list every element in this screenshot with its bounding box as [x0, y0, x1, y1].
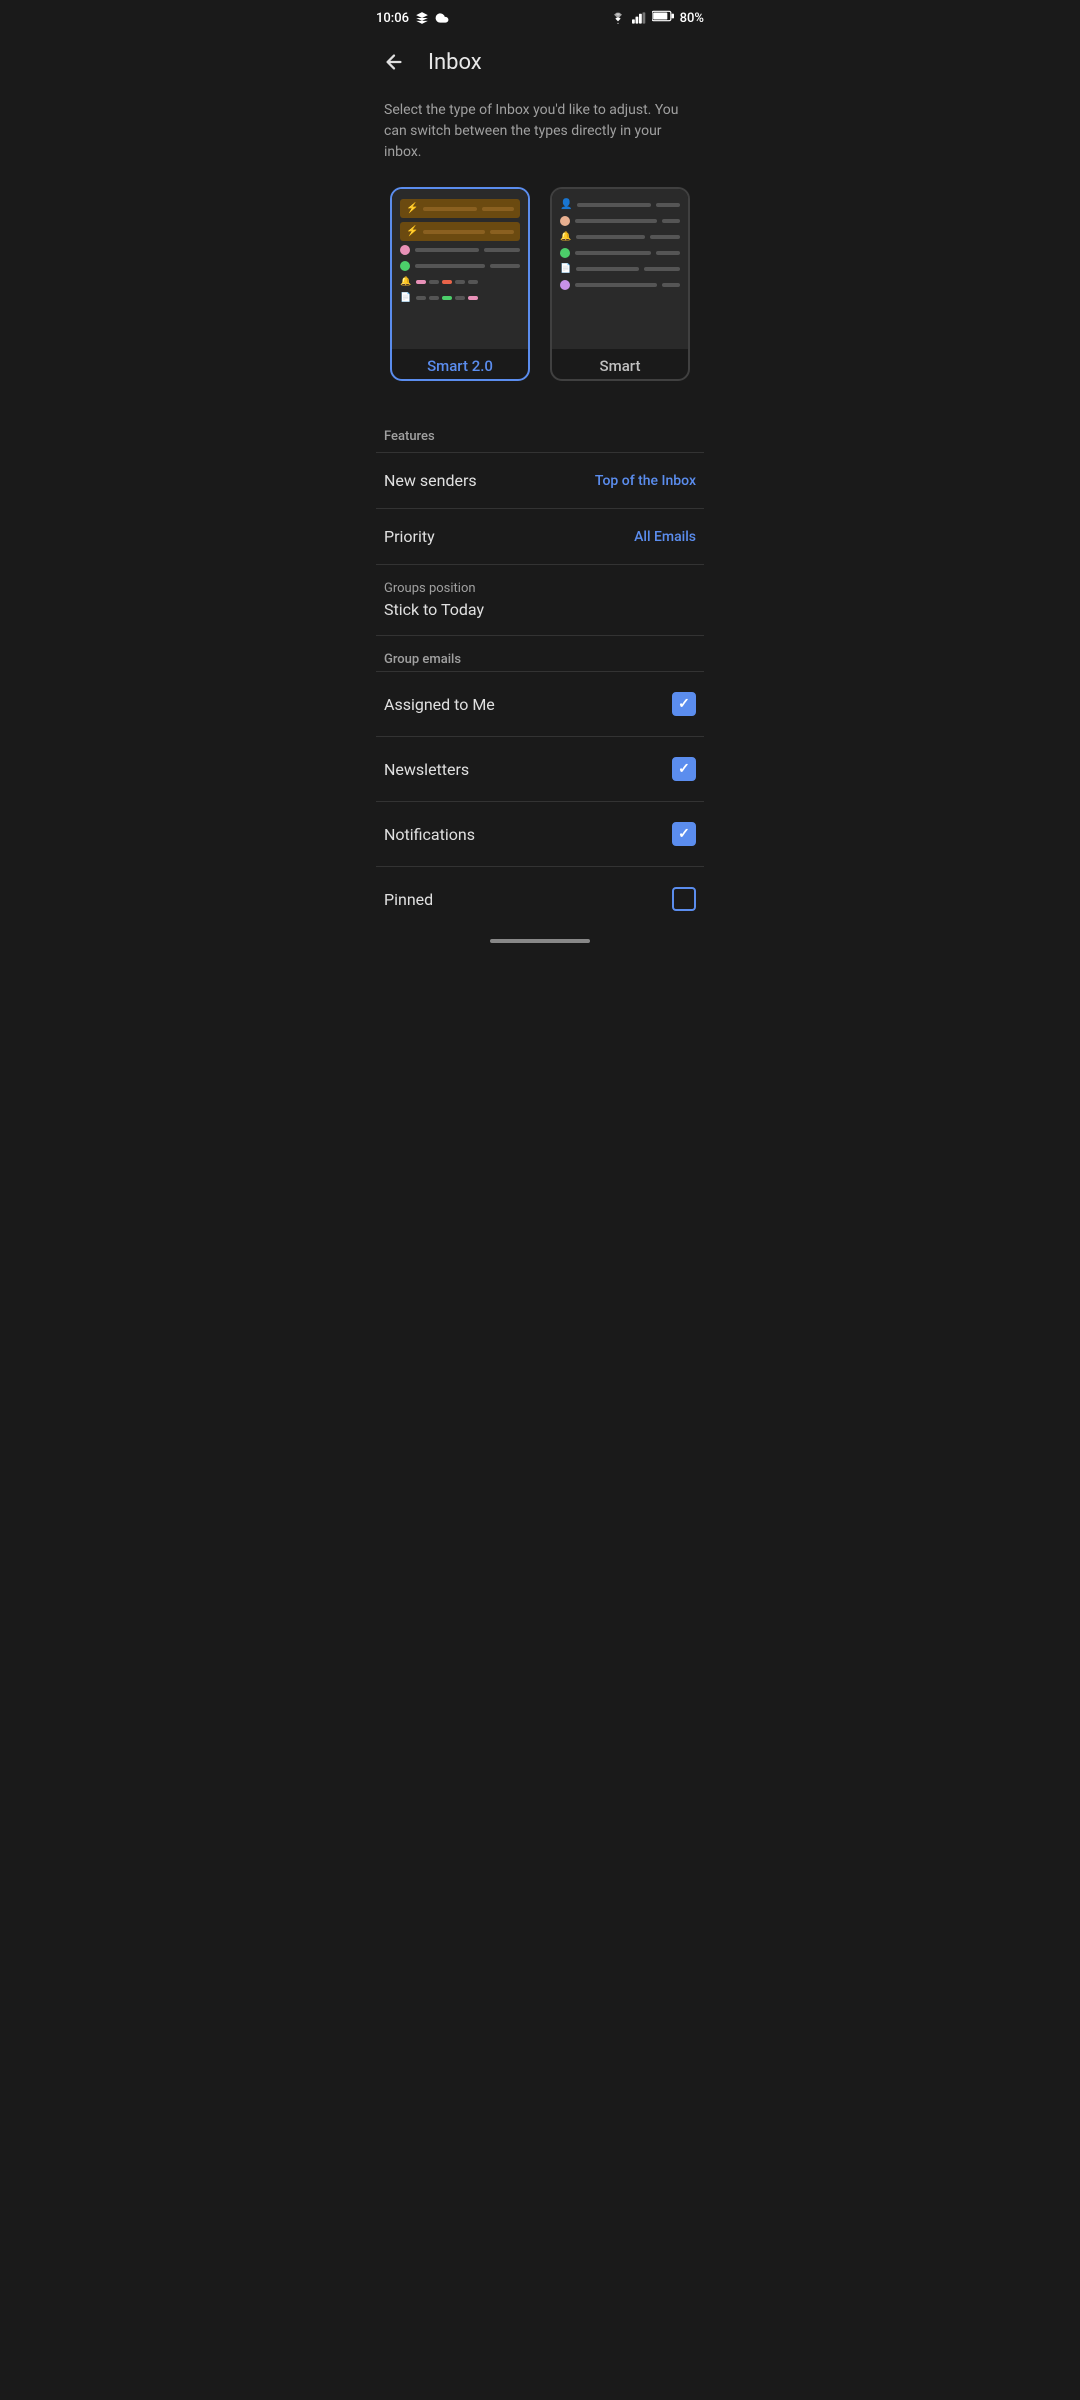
checkbox-label-1: Newsletters: [384, 760, 469, 779]
checkmark-0: ✓: [678, 696, 690, 712]
card-row-doc: 📄: [400, 293, 520, 303]
home-bar: [490, 939, 590, 943]
checkbox-row-3[interactable]: Pinned: [360, 867, 720, 931]
page-title: Inbox: [428, 50, 482, 75]
features-section-label: Features: [360, 409, 720, 452]
card-row-pink: [400, 245, 520, 255]
inbox-type-selector: ⚡ ⚡ 🔔: [360, 187, 720, 409]
checkbox-0[interactable]: ✓: [672, 692, 696, 716]
card-row-bell: 🔔: [400, 277, 520, 287]
lightning-icon-2: ⚡: [406, 226, 418, 237]
battery-shape: [652, 10, 674, 22]
smart-card[interactable]: 👤 🔔 📄: [550, 187, 690, 381]
cloud-icon: [435, 11, 449, 25]
smart-doc-icon: 📄: [560, 264, 571, 274]
checkbox-row-2[interactable]: Notifications ✓: [360, 802, 720, 866]
page-description: Select the type of Inbox you'd like to a…: [360, 88, 720, 187]
checkmark-1: ✓: [678, 761, 690, 777]
signal-icon: [632, 12, 646, 24]
checkbox-row-0[interactable]: Assigned to Me ✓: [360, 672, 720, 736]
checkmark-2: ✓: [678, 826, 690, 842]
smart-row-green: [560, 248, 680, 258]
checkbox-3[interactable]: [672, 887, 696, 911]
doc-icon: 📄: [400, 293, 411, 303]
wifi-icon: [610, 12, 626, 24]
dot-peach: [560, 216, 570, 226]
bell-icon: 🔔: [400, 277, 411, 287]
groups-position-label: Groups position: [384, 581, 696, 596]
bottom-indicator: [360, 931, 720, 955]
smart-label: Smart: [552, 349, 688, 379]
checkbox-2[interactable]: ✓: [672, 822, 696, 846]
smart-row-peach: [560, 216, 680, 226]
priority-row[interactable]: Priority All Emails: [360, 509, 720, 564]
groups-position-section: Groups position Stick to Today: [360, 565, 720, 635]
group-emails-section-label: Group emails: [360, 636, 720, 671]
card-header-bar-1: ⚡: [400, 199, 520, 218]
lightning-icon-1: ⚡: [406, 203, 418, 214]
person-icon: 👤: [560, 199, 572, 210]
status-time: 10:06: [376, 11, 449, 26]
checkbox-label-3: Pinned: [384, 890, 433, 909]
page-header: Inbox: [360, 32, 720, 88]
new-senders-label: New senders: [384, 471, 477, 490]
smart-bell-icon: 🔔: [560, 232, 571, 242]
status-bar: 10:06 80%: [360, 0, 720, 32]
checkbox-label-0: Assigned to Me: [384, 695, 495, 714]
groups-position-value: Stick to Today: [384, 600, 696, 619]
back-button[interactable]: [376, 44, 412, 80]
priority-value: All Emails: [634, 529, 696, 545]
alert-icon: [415, 11, 429, 25]
smart-row-person: 👤: [560, 199, 680, 210]
card-row-green: [400, 261, 520, 271]
smart2-card[interactable]: ⚡ ⚡ 🔔: [390, 187, 530, 381]
smart-row-bell: 🔔: [560, 232, 680, 242]
status-icons: 80%: [610, 10, 704, 26]
smart2-label: Smart 2.0: [392, 349, 528, 379]
smart-dot-green: [560, 248, 570, 258]
smart-row-doc: 📄: [560, 264, 680, 274]
new-senders-row[interactable]: New senders Top of the Inbox: [360, 453, 720, 508]
checkbox-row-1[interactable]: Newsletters ✓: [360, 737, 720, 801]
dot-pink: [400, 245, 410, 255]
new-senders-value: Top of the Inbox: [595, 473, 696, 489]
battery-icon: [652, 10, 674, 26]
checkbox-label-2: Notifications: [384, 825, 475, 844]
dot-green: [400, 261, 410, 271]
dot-purple: [560, 280, 570, 290]
smart-row-purple: [560, 280, 680, 290]
priority-label: Priority: [384, 527, 435, 546]
checkbox-1[interactable]: ✓: [672, 757, 696, 781]
card-header-bar-2: ⚡: [400, 222, 520, 241]
